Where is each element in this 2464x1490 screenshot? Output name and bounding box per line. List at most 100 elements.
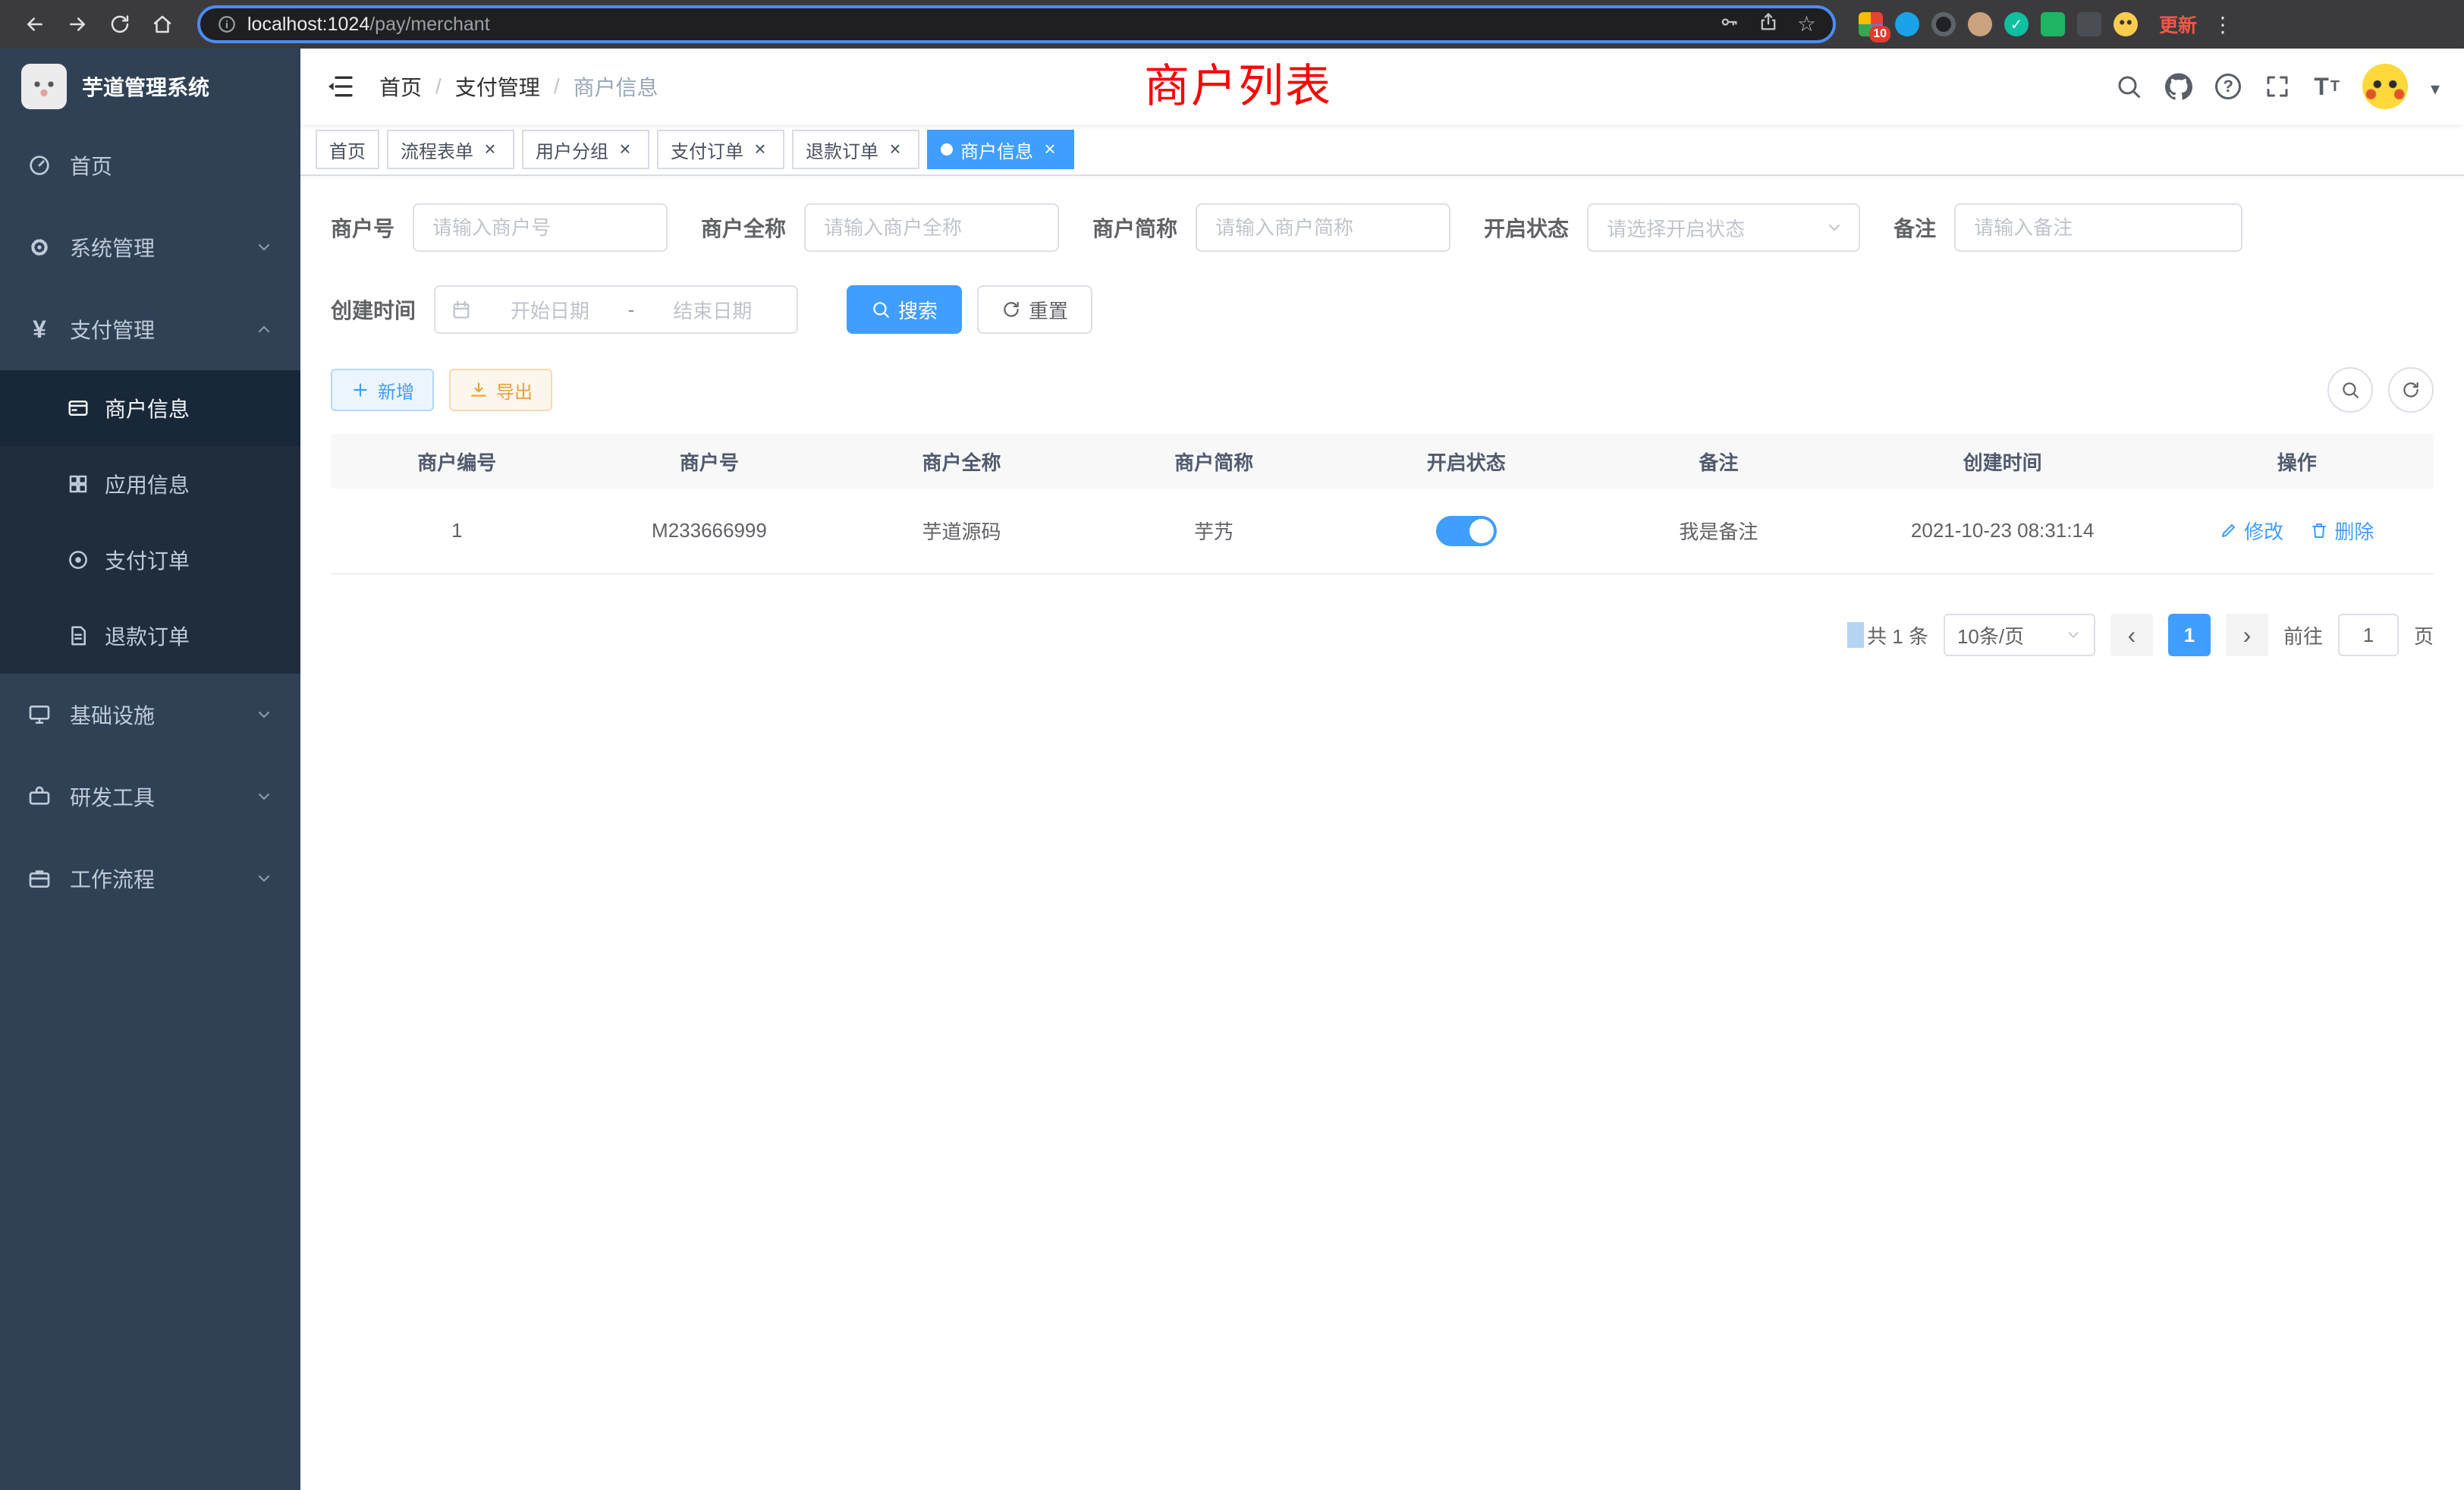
plus-icon (350, 380, 370, 400)
tab-merchant-info[interactable]: 商户信息 (927, 130, 1074, 169)
bookmark-star-icon[interactable]: ☆ (1797, 14, 1816, 35)
tab-process-form[interactable]: 流程表单 (387, 130, 514, 169)
sidebar-item-label: 首页 (70, 150, 112, 181)
current-page-button[interactable]: 1 (2168, 614, 2211, 656)
sidebar-item-system[interactable]: 系统管理 (0, 206, 300, 288)
col-header-remark: 备注 (1592, 434, 1845, 489)
tab-label: 支付订单 (671, 137, 743, 163)
filter-row-2: 创建时间 开始日期 - 结束日期 搜索 重置 (331, 285, 2434, 334)
sidebar-item-infrastructure[interactable]: 基础设施 (0, 674, 300, 756)
tab-home[interactable]: 首页 (316, 130, 379, 169)
tags-view-bar: 首页 流程表单 用户分组 支付订单 退款订单 (300, 124, 2464, 176)
edit-button[interactable]: 修改 (2220, 517, 2283, 545)
pagination: 共 1 条 10条/页 ‹ 1 › 前往 页 (331, 614, 2434, 656)
sidebar-item-merchant-info[interactable]: 商户信息 (0, 370, 300, 446)
extension-doc-icon[interactable] (2041, 12, 2065, 36)
filter-full-name: 商户全称 (701, 203, 1059, 252)
extension-dark-ring-icon[interactable] (1931, 12, 1956, 36)
github-icon[interactable] (2165, 73, 2192, 100)
sidebar-item-label: 商户信息 (105, 393, 190, 423)
tab-pay-orders[interactable]: 支付订单 (657, 130, 784, 169)
goto-page-input[interactable] (2338, 614, 2399, 656)
search-icon[interactable] (2115, 73, 2142, 100)
sidebar-item-label: 工作流程 (70, 863, 155, 894)
filter-label: 商户全称 (701, 212, 786, 243)
cell-short-name: 芋艿 (1088, 489, 1340, 574)
logo-avatar (21, 64, 67, 109)
full-name-input[interactable] (804, 203, 1059, 252)
sidebar-item-home[interactable]: 首页 (0, 124, 300, 206)
document-icon (67, 624, 90, 647)
share-icon[interactable] (1758, 11, 1779, 38)
close-icon[interactable] (614, 139, 636, 160)
top-navbar: 首页 支付管理 商户信息 商户列表 (300, 49, 2464, 124)
browser-home-button[interactable] (143, 5, 182, 44)
status-select[interactable]: 请选择开启状态 (1587, 203, 1860, 252)
fullscreen-icon[interactable] (2264, 73, 2291, 100)
next-page-button[interactable]: › (2226, 614, 2268, 656)
close-icon[interactable] (885, 139, 906, 160)
sidebar-item-app-info[interactable]: 应用信息 (0, 446, 300, 522)
sidebar-item-label: 系统管理 (70, 232, 155, 262)
sidebar-item-workflow[interactable]: 工作流程 (0, 838, 300, 919)
search-button[interactable]: 搜索 (847, 285, 962, 334)
browser-menu-icon[interactable]: ⋮ (2212, 12, 2233, 37)
breadcrumb-payment[interactable]: 支付管理 (455, 71, 540, 102)
tab-refund-orders[interactable]: 退款订单 (792, 130, 919, 169)
back-arrow-icon (24, 13, 46, 36)
goto-suffix: 页 (2414, 621, 2434, 649)
url-bar[interactable]: localhost:1024/pay/merchant ☆ (197, 5, 1836, 43)
add-button[interactable]: 新增 (331, 369, 434, 411)
extension-emoji-icon[interactable] (2114, 12, 2138, 36)
short-name-input[interactable] (1196, 203, 1450, 252)
tab-user-group[interactable]: 用户分组 (522, 130, 649, 169)
reset-button[interactable]: 重置 (977, 285, 1092, 334)
trash-icon (2310, 521, 2328, 539)
avatar-caret-icon[interactable] (2431, 73, 2440, 101)
sidebar-item-dev-tools[interactable]: 研发工具 (0, 756, 300, 838)
browser-back-button[interactable] (15, 5, 55, 44)
browser-reload-button[interactable] (100, 5, 140, 44)
close-icon[interactable] (479, 139, 501, 160)
close-icon[interactable] (1039, 139, 1061, 160)
extension-colorful-icon[interactable]: 10 (1859, 12, 1883, 36)
delete-label: 删除 (2334, 517, 2374, 545)
export-button[interactable]: 导出 (449, 369, 552, 411)
extension-blue-drop-icon[interactable] (1895, 12, 1919, 36)
merchant-no-input[interactable] (413, 203, 668, 252)
extension-check-icon[interactable] (2004, 12, 2029, 36)
password-key-icon[interactable] (1718, 11, 1740, 38)
sidebar-item-payment[interactable]: ¥ 支付管理 (0, 288, 300, 370)
browser-update-button[interactable]: 更新 (2159, 11, 2197, 38)
breadcrumb-home[interactable]: 首页 (379, 71, 422, 102)
sidebar-collapse-button[interactable] (325, 71, 355, 102)
tab-label: 首页 (329, 137, 366, 163)
goto-prefix: 前往 (2283, 621, 2323, 649)
cell-status (1340, 489, 1593, 574)
date-range-picker[interactable]: 开始日期 - 结束日期 (434, 285, 798, 334)
search-icon (2340, 380, 2360, 400)
user-avatar[interactable] (2362, 64, 2408, 109)
site-info-icon[interactable] (217, 14, 237, 34)
start-date-placeholder: 开始日期 (481, 296, 619, 324)
page-size-select[interactable]: 10条/页 (1944, 614, 2095, 656)
sidebar-logo[interactable]: 芋道管理系统 (0, 49, 300, 124)
refresh-table-button[interactable] (2388, 367, 2434, 413)
extension-puzzle-icon[interactable] (2077, 12, 2101, 36)
sidebar-item-pay-orders[interactable]: 支付订单 (0, 522, 300, 598)
close-icon[interactable] (750, 139, 771, 160)
table-tools (2327, 367, 2434, 413)
font-size-icon[interactable] (2314, 73, 2340, 101)
pencil-icon (2220, 521, 2238, 539)
filter-create-time: 创建时间 开始日期 - 结束日期 (331, 285, 798, 334)
browser-forward-button[interactable] (58, 5, 97, 44)
prev-page-button[interactable]: ‹ (2110, 614, 2153, 656)
help-icon[interactable] (2215, 74, 2241, 99)
refresh-icon (2401, 380, 2421, 400)
delete-button[interactable]: 删除 (2310, 517, 2374, 545)
status-toggle[interactable] (1436, 516, 1497, 546)
extension-avatar-icon[interactable] (1968, 12, 1992, 36)
sidebar-item-refund-orders[interactable]: 退款订单 (0, 598, 300, 674)
remark-input[interactable] (1954, 203, 2242, 252)
hide-search-button[interactable] (2327, 367, 2373, 413)
